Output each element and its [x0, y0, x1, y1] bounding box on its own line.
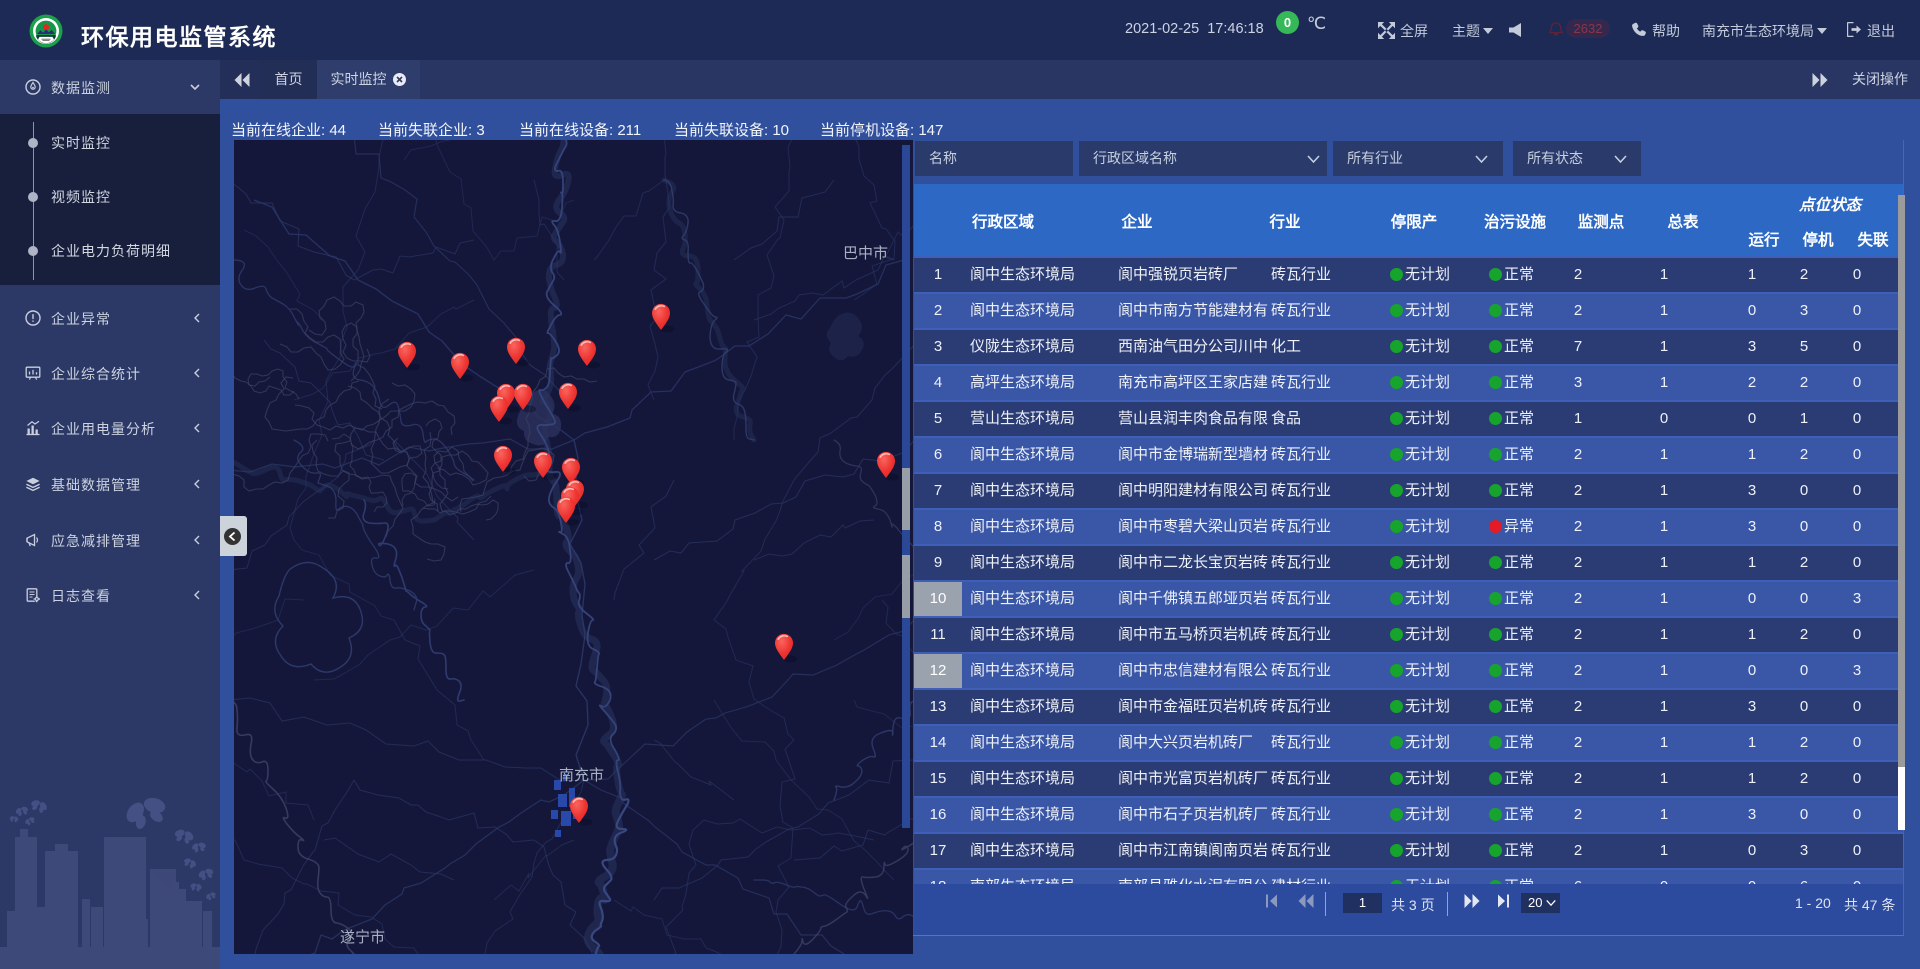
svg-text:南充市: 南充市: [559, 767, 604, 784]
svg-text:遂宁市: 遂宁市: [340, 929, 385, 946]
svg-text:巴中市: 巴中市: [843, 245, 888, 262]
